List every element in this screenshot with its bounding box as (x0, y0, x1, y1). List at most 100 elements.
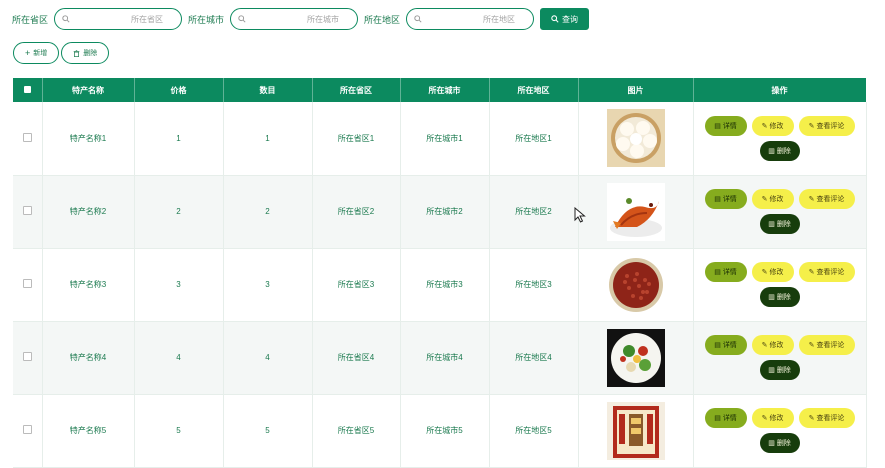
edit-button-label: 修改 (769, 342, 784, 349)
city-cell: 所在城市4 (400, 321, 490, 394)
edit-button[interactable]: ✎ 修改 (751, 262, 794, 282)
plus-icon: + (25, 47, 31, 58)
product-image[interactable] (606, 328, 665, 387)
actions-cell: ▤ 详情 ✎ 修改 ✎ 查看评论 ▥ 删除 (693, 102, 867, 175)
delete-button[interactable]: ▥ 删除 (759, 433, 800, 453)
select-all-cell[interactable] (13, 78, 43, 102)
product-image[interactable] (606, 109, 665, 168)
pencil-icon: ✎ (761, 122, 768, 130)
row-select-cell[interactable] (13, 175, 43, 248)
pencil-icon: ✎ (808, 342, 815, 349)
edit-button[interactable]: ✎ 修改 (751, 115, 794, 136)
search-icon (551, 15, 559, 23)
row-checkbox[interactable] (22, 206, 32, 215)
edit-button[interactable]: ✎ 修改 (751, 335, 794, 355)
table-header: 特产名称 价格 数目 所在省区 所在城市 所在地区 图片 操作 (13, 78, 867, 102)
product-image[interactable] (606, 401, 665, 460)
province-input[interactable] (75, 12, 164, 26)
actions-cell: ▤ 详情 ✎ 修改 ✎ 查看评论 ▥ 删除 (693, 321, 867, 394)
detail-button[interactable]: ▤ 详情 (704, 115, 747, 136)
row-checkbox[interactable] (22, 132, 32, 142)
name-cell: 特产名称5 (42, 394, 135, 467)
pencil-icon: ✎ (808, 415, 815, 422)
detail-button[interactable]: ▤ 详情 (704, 408, 747, 428)
action-bar: + 新增 删除 (13, 42, 110, 64)
edit-button-label: 修改 (769, 196, 784, 203)
edit-button[interactable]: ✎ 修改 (751, 189, 794, 209)
select-all-checkbox[interactable] (23, 85, 31, 93)
search-icon (414, 15, 422, 23)
column-header-district: 所在地区 (489, 78, 579, 102)
query-button[interactable]: 查询 (540, 8, 590, 30)
view-reviews-button[interactable]: ✎ 查看评论 (798, 262, 855, 282)
view-reviews-button[interactable]: ✎ 查看评论 (798, 335, 855, 355)
view-reviews-button[interactable]: ✎ 查看评论 (798, 115, 855, 136)
image-cell (578, 248, 694, 321)
delete-button[interactable]: ▥ 删除 (759, 360, 800, 380)
price-cell: 4 (134, 321, 224, 394)
detail-button[interactable]: ▤ 详情 (704, 262, 747, 282)
row-checkbox[interactable] (22, 352, 32, 361)
count-cell: 1 (223, 102, 313, 175)
delete-button[interactable]: ▥ 删除 (759, 287, 800, 307)
row-select-cell[interactable] (13, 248, 43, 321)
district-cell: 所在地区5 (489, 394, 579, 467)
product-image[interactable] (606, 182, 665, 241)
delete-button-label: 删除 (776, 367, 791, 374)
price-cell: 1 (134, 102, 224, 175)
price-cell: 2 (134, 175, 224, 248)
province-search-field[interactable] (54, 8, 183, 30)
city-cell: 所在城市2 (400, 175, 490, 248)
column-header-price: 价格 (134, 78, 224, 102)
table-row: 特产名称5 5 5 所在省区5 所在城市5 所在地区5 ▤ 详情 ✎ 修改 ✎ 查看评论 ▥ 删除 (13, 394, 867, 467)
city-input[interactable] (251, 12, 340, 26)
delete-button-label: 删除 (776, 147, 791, 155)
province-cell: 所在省区2 (312, 175, 401, 248)
trash-icon: ▥ (768, 147, 775, 155)
city-search-field[interactable] (230, 8, 359, 30)
district-cell: 所在地区1 (489, 102, 579, 175)
edit-button-label: 修改 (769, 122, 784, 130)
row-checkbox[interactable] (22, 425, 32, 434)
edit-button[interactable]: ✎ 修改 (751, 408, 794, 428)
row-select-cell[interactable] (13, 394, 43, 467)
district-search-field[interactable] (406, 8, 535, 30)
image-cell (578, 175, 694, 248)
pencil-icon: ✎ (761, 269, 768, 276)
city-cell: 所在城市3 (400, 248, 490, 321)
city-label: 所在城市 (188, 14, 225, 25)
view-reviews-button[interactable]: ✎ 查看评论 (798, 189, 855, 209)
row-select-cell[interactable] (13, 102, 43, 175)
detail-button-label: 详情 (722, 196, 737, 203)
count-cell: 3 (223, 248, 313, 321)
column-header-name: 特产名称 (42, 78, 135, 102)
document-icon: ▤ (714, 342, 721, 349)
image-cell (578, 321, 694, 394)
view-reviews-button-label: 查看评论 (816, 269, 845, 276)
edit-button-label: 修改 (769, 269, 784, 276)
image-cell (578, 102, 694, 175)
view-reviews-button[interactable]: ✎ 查看评论 (798, 408, 855, 428)
row-checkbox[interactable] (22, 279, 32, 288)
detail-button[interactable]: ▤ 详情 (704, 189, 747, 209)
count-cell: 4 (223, 321, 313, 394)
detail-button[interactable]: ▤ 详情 (704, 335, 747, 355)
row-select-cell[interactable] (13, 321, 43, 394)
table-row: 特产名称1 1 1 所在省区1 所在城市1 所在地区1 ▤ 详情 ✎ 修改 ✎ 查看评论 ▥ 删除 (13, 102, 867, 175)
add-button[interactable]: + 新增 (13, 42, 60, 64)
delete-button[interactable]: ▥ 删除 (759, 140, 800, 161)
search-icon (62, 15, 70, 23)
name-cell: 特产名称1 (42, 102, 135, 175)
district-cell: 所在地区4 (489, 321, 579, 394)
pencil-icon: ✎ (808, 122, 815, 130)
trash-icon (73, 49, 80, 57)
product-image[interactable] (606, 255, 665, 314)
delete-button[interactable]: ▥ 删除 (759, 214, 800, 234)
batch-delete-button[interactable]: 删除 (61, 42, 110, 64)
district-label: 所在地区 (364, 14, 401, 25)
view-reviews-button-label: 查看评论 (816, 415, 845, 422)
name-cell: 特产名称4 (42, 321, 135, 394)
table-row: 特产名称4 4 4 所在省区4 所在城市4 所在地区4 ▤ 详情 ✎ 修改 ✎ 查看评论 ▥ 删除 (13, 321, 867, 394)
detail-button-label: 详情 (722, 122, 737, 130)
district-input[interactable] (427, 12, 516, 26)
